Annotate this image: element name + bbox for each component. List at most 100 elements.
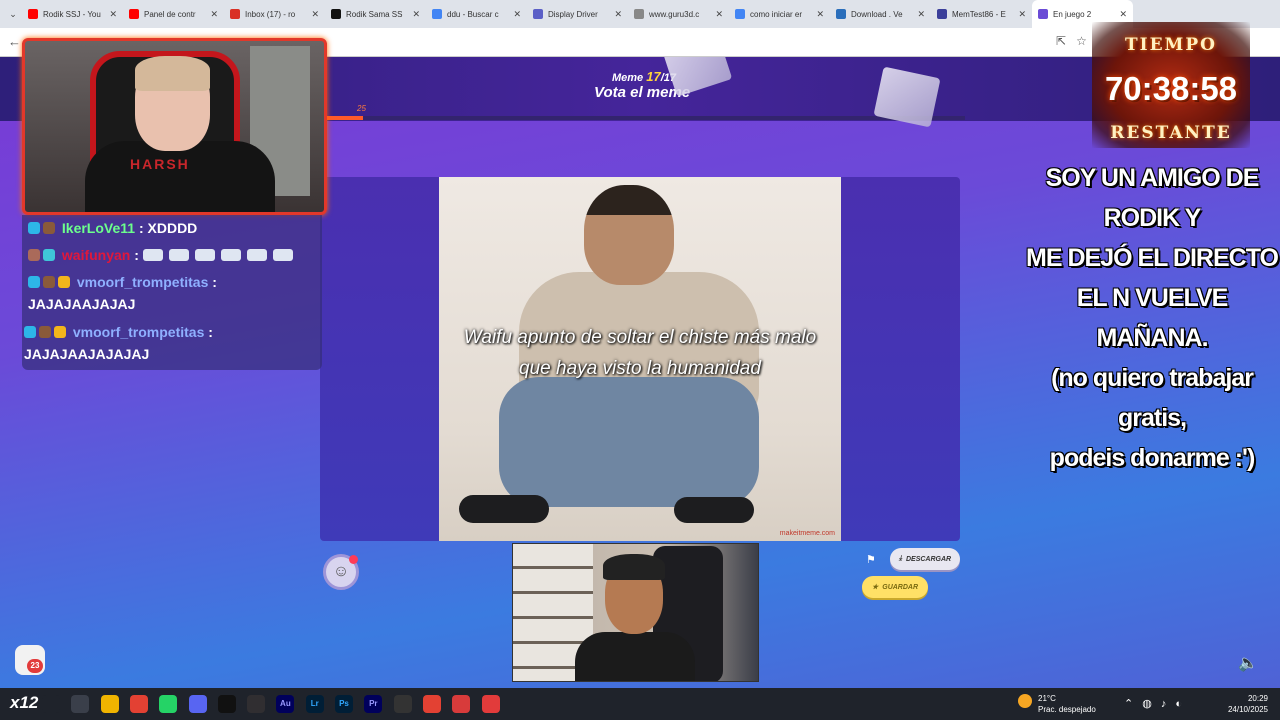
tab-close-icon[interactable]: ✕: [614, 9, 622, 20]
meme-counter: Meme 17/17: [612, 69, 676, 84]
discord-icon[interactable]: [188, 695, 207, 713]
tab-close-icon[interactable]: ✕: [1119, 9, 1127, 20]
tab-label: Download . Ve: [851, 9, 903, 19]
tab-favicon-icon: [533, 9, 543, 19]
chat-username: IkerLoVe11: [61, 220, 136, 236]
tab-favicon-icon: [28, 9, 38, 19]
stream-message: SOY UN AMIGO DE RODIK Y ME DEJÓ EL DIREC…: [1022, 158, 1280, 478]
taskview-icon[interactable]: [71, 695, 90, 713]
badge-icon: [43, 222, 55, 234]
app-red2-icon[interactable]: [481, 695, 500, 713]
tab-favicon-icon: [1038, 9, 1048, 19]
tab-close-icon[interactable]: ✕: [816, 9, 824, 20]
flag-icon[interactable]: ⚑: [866, 553, 876, 566]
tab-close-icon[interactable]: ✕: [210, 9, 218, 20]
app-red-icon[interactable]: [452, 695, 471, 713]
browser-tab[interactable]: Download . Ve ✕: [830, 0, 931, 28]
chrome-icon[interactable]: [129, 695, 148, 713]
lightroom-icon[interactable]: Lr: [305, 695, 324, 713]
crown-icon: [58, 276, 70, 288]
speaker-icon[interactable]: ◐: [1175, 698, 1191, 710]
chat-username: waifunyan: [61, 247, 131, 263]
badge-icon: [28, 276, 40, 288]
browser-tab-bar: ⌄ Rodik SSJ - You ✕ Panel de contr ✕ Inbox (…: [0, 0, 1280, 28]
premiere-icon[interactable]: Pr: [364, 695, 383, 713]
tab-label: Inbox (17) - ro: [245, 9, 296, 19]
badge-icon: [43, 249, 55, 261]
browser-tab[interactable]: ddu - Buscar c ✕: [426, 0, 527, 28]
volume-icon[interactable]: 🔈: [1238, 653, 1258, 673]
emote-icon: [168, 249, 189, 261]
chat-message: vmoorf_trompetitas : JAJAJAAJAJAJ: [28, 271, 217, 315]
streamer-hair: [135, 56, 210, 91]
guest-body: [575, 632, 695, 681]
browser-tab[interactable]: como iniciar er ✕: [729, 0, 830, 28]
stream-message-line: ME DEJÓ EL DIRECTO: [1026, 244, 1279, 272]
install-icon[interactable]: ⇱: [1056, 34, 1076, 48]
chat-text: JAJAJAAJAJAJ: [28, 296, 136, 312]
whatsapp-icon[interactable]: [159, 695, 178, 713]
tab-label: Rodik Sama SS: [346, 9, 403, 19]
photoshop-icon[interactable]: Ps: [335, 695, 353, 713]
taskbar: x12 Au Lr Ps Pr 21°C Prac. despejado ⌃◍♪◐ 2…: [0, 688, 1280, 720]
download-label: DESCARGAR: [905, 555, 952, 563]
audition-icon[interactable]: Au: [276, 695, 295, 713]
shirt-text: HARSH: [130, 156, 190, 172]
tab-close-icon[interactable]: ✕: [311, 9, 319, 20]
tab-favicon-icon: [129, 9, 139, 19]
explorer-icon[interactable]: [100, 695, 119, 713]
tab-close-icon[interactable]: ✕: [1018, 9, 1026, 20]
chrome-dev-icon[interactable]: [422, 695, 441, 713]
browser-tab[interactable]: Rodik SSJ - You ✕: [22, 0, 123, 28]
back-icon[interactable]: ←: [8, 34, 21, 49]
meme-figure-shoe: [674, 497, 754, 523]
notification-badge[interactable]: 23: [15, 645, 45, 675]
stream-message-line: podeis donarme :'): [1049, 444, 1256, 472]
tab-favicon-icon: [331, 9, 341, 19]
chevron-up-icon[interactable]: ⌃: [1124, 698, 1142, 710]
tiktok-icon[interactable]: [217, 695, 236, 713]
meme-image: Waifu apunto de soltar el chiste más mal…: [439, 177, 841, 541]
tab-close-icon[interactable]: ✕: [109, 9, 117, 20]
download-button[interactable]: ⤓ DESCARGAR: [890, 548, 960, 570]
browser-tab[interactable]: www.guru3d.c ✕: [628, 0, 729, 28]
browser-tab[interactable]: Display Driver ✕: [527, 0, 628, 28]
network-icon[interactable]: ◍: [1142, 698, 1161, 710]
search-icon[interactable]: [42, 695, 60, 713]
start-logo[interactable]: x12: [10, 693, 38, 713]
chat-text: XDDDD: [147, 220, 198, 236]
clock-date: 24/10/2025: [1227, 705, 1268, 714]
browser-tab[interactable]: MemTest86 - E ✕: [931, 0, 1032, 28]
chat-message: vmoorf_trompetitas : JAJAJAAJAJAJAJ: [24, 321, 213, 365]
obs-icon[interactable]: [247, 695, 266, 713]
meme-current: 17: [646, 69, 661, 84]
save-button[interactable]: ★ GUARDAR: [862, 576, 928, 598]
guest-webcam: [512, 543, 759, 682]
browser-tab[interactable]: Rodik Sama SS ✕: [325, 0, 426, 28]
chat-message: waifunyan :: [28, 244, 299, 266]
emote-icon: [194, 249, 215, 261]
mic-icon[interactable]: ♪: [1161, 698, 1176, 710]
tab-label: Panel de contr: [144, 9, 196, 19]
stream-message-line: EL N VUELVE MAÑANA.: [1076, 284, 1229, 352]
meme-figure-head: [584, 185, 674, 285]
tab-close-icon[interactable]: ✕: [412, 9, 420, 20]
clock[interactable]: 20:29 24/10/2025: [1222, 693, 1268, 715]
terminal-icon[interactable]: [393, 695, 412, 713]
tab-close-icon[interactable]: ✕: [917, 9, 925, 20]
tab-label: En juego 2: [1053, 9, 1092, 19]
badge-icon: [43, 276, 55, 288]
emoji-reaction-button[interactable]: ☺: [323, 554, 359, 590]
browser-tab[interactable]: Inbox (17) - ro ✕: [224, 0, 325, 28]
chat-message: IkerLoVe11 : XDDDD: [28, 217, 197, 239]
tab-favicon-icon: [937, 9, 947, 19]
timer-value: 70:38:58: [1104, 70, 1238, 107]
download-icon: ⤓: [898, 555, 902, 562]
browser-tab[interactable]: Panel de contr ✕: [123, 0, 224, 28]
tab-search-icon[interactable]: ⌄: [4, 9, 22, 20]
tab-close-icon[interactable]: ✕: [513, 9, 521, 20]
round-timer: 25: [357, 104, 366, 113]
tab-close-icon[interactable]: ✕: [715, 9, 723, 20]
tab-favicon-icon: [230, 9, 240, 19]
weather-widget[interactable]: 21°C Prac. despejado: [1018, 693, 1096, 715]
